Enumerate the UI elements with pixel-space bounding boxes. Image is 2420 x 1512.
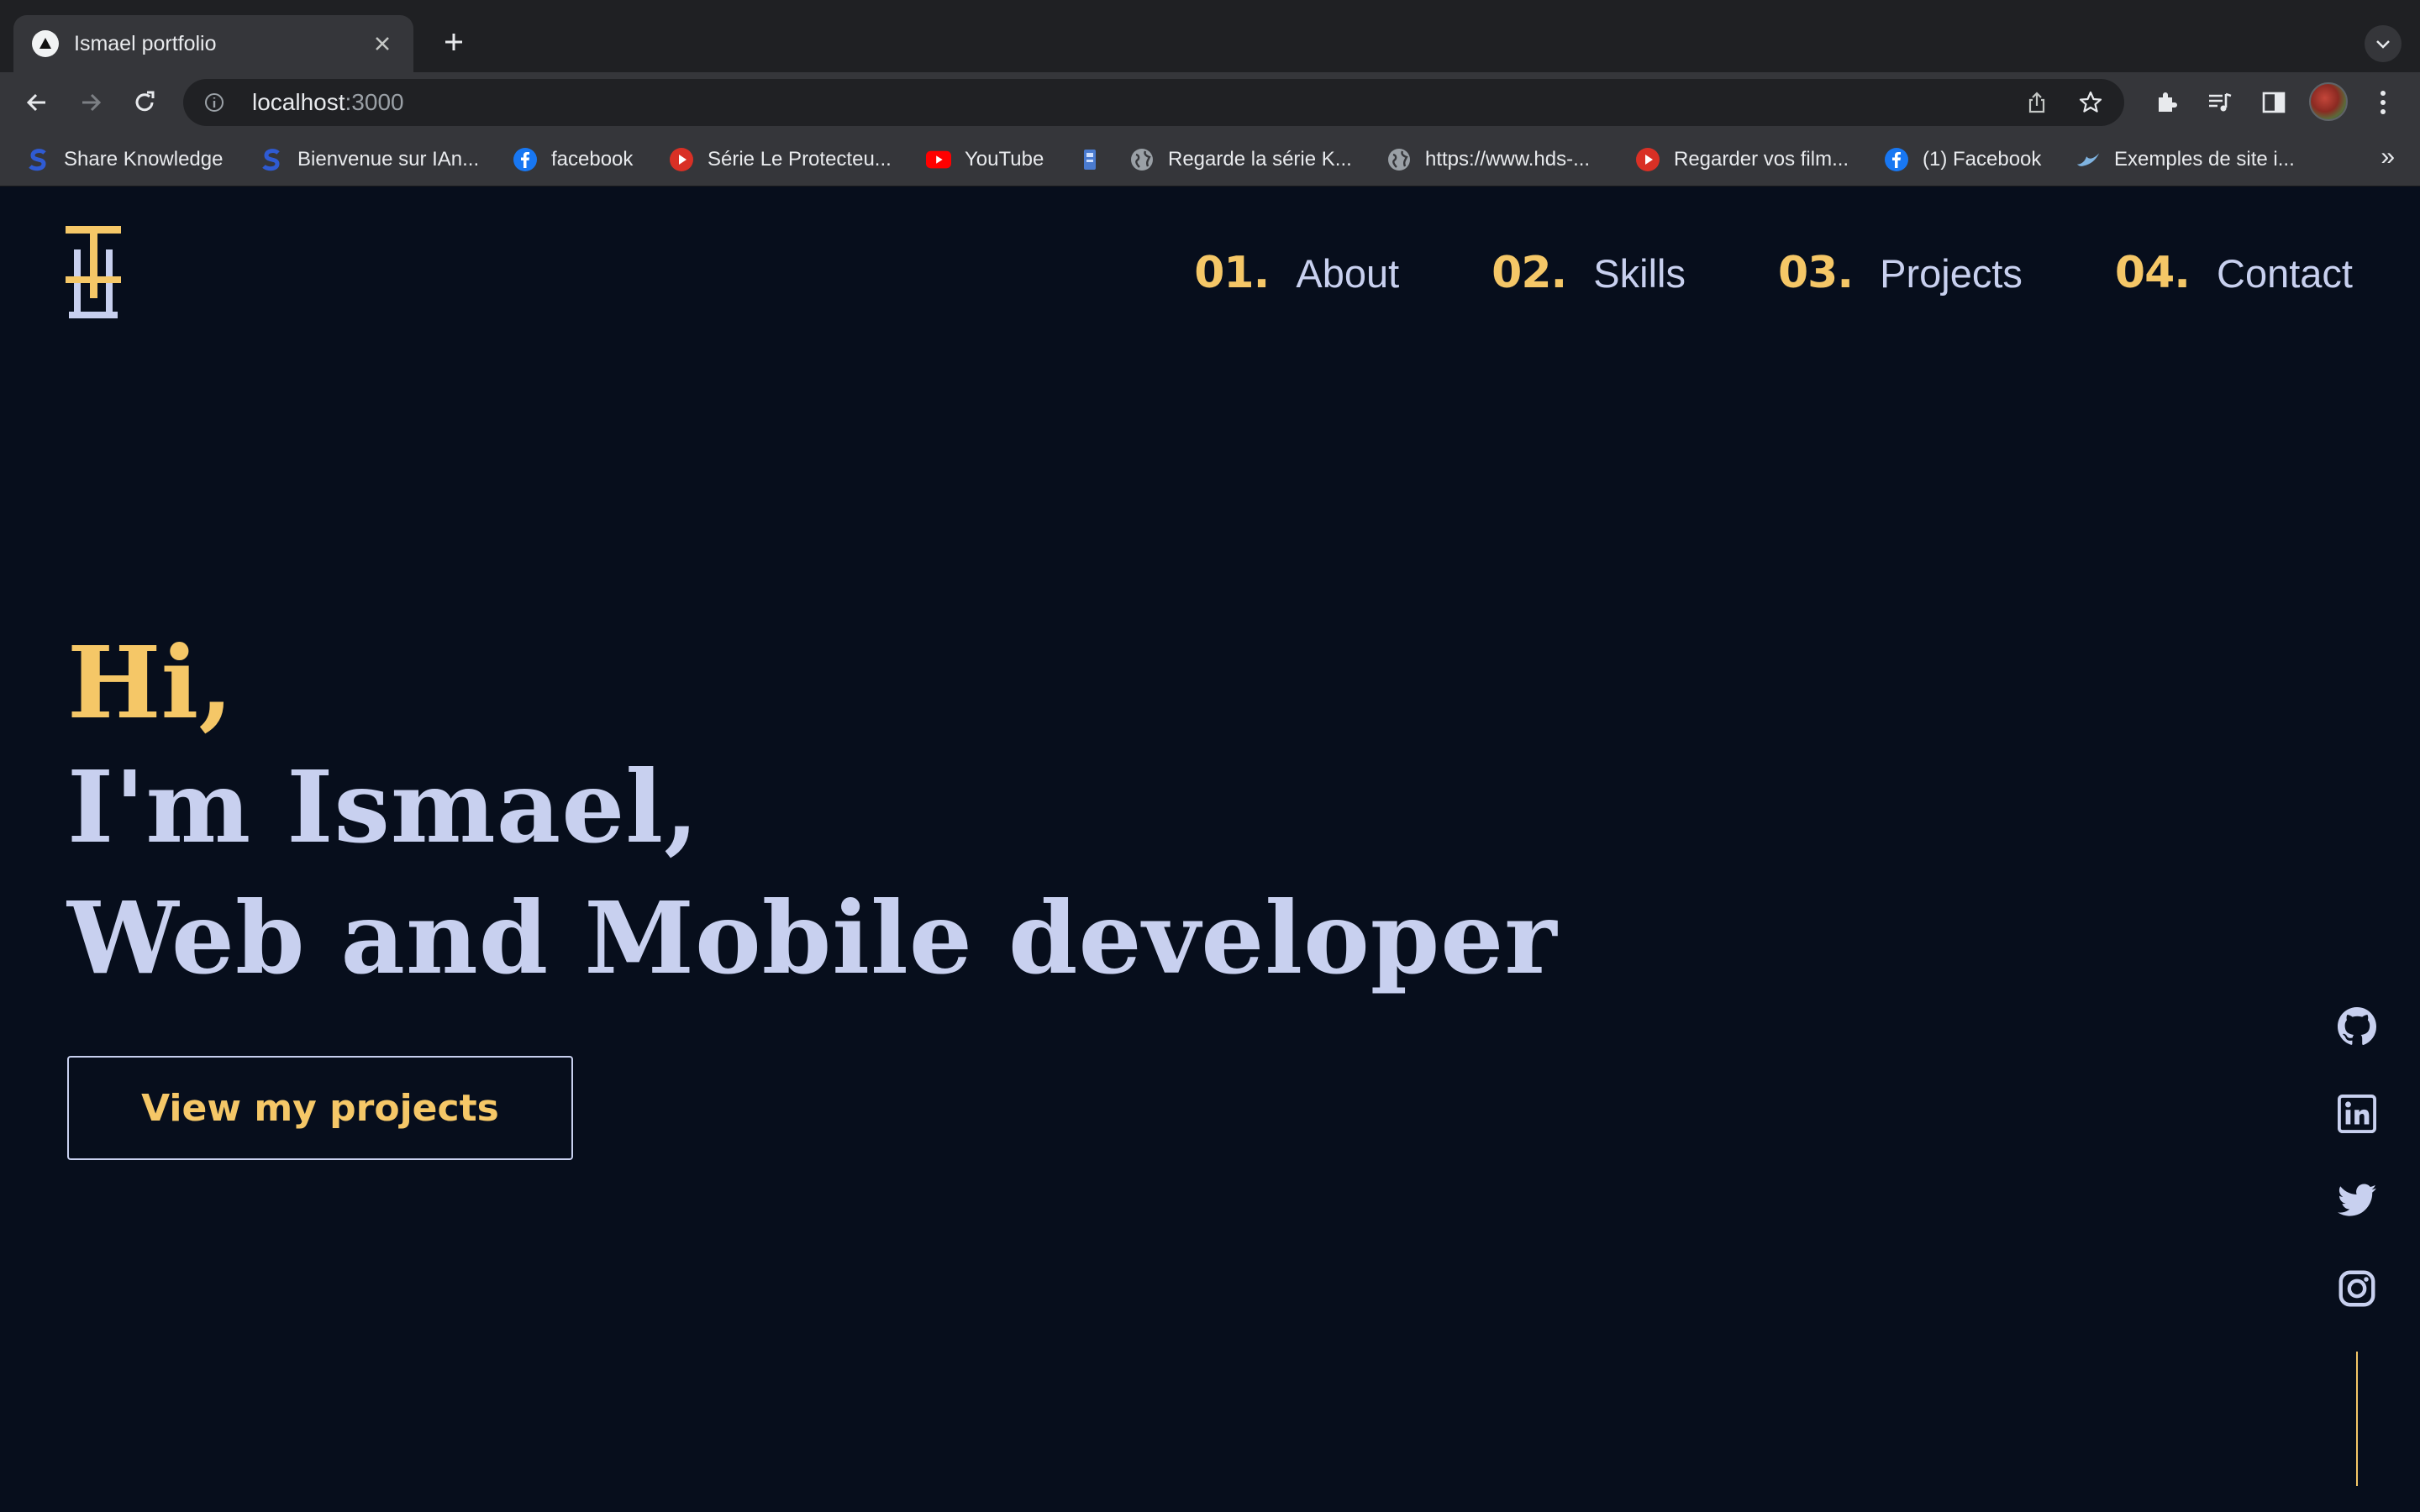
reload-icon[interactable] — [126, 84, 163, 121]
s-logo-icon — [259, 147, 284, 172]
bookmarks-bar: Share Knowledge Bienvenue sur IAn... fac… — [0, 133, 2420, 186]
hero-greeting: Hi, — [67, 624, 234, 741]
nav-item-projects[interactable]: 03. Projects — [1778, 248, 2023, 298]
back-arrow-icon[interactable] — [18, 84, 55, 121]
bookmark-item[interactable]: Bienvenue sur IAn... — [259, 146, 479, 173]
bookmark-item[interactable]: facebook — [513, 146, 633, 173]
main-nav: 01. About 02. Skills 03. Projects 04. Co… — [1194, 248, 2353, 298]
facebook-icon — [1884, 147, 1909, 172]
globe-icon — [1386, 147, 1412, 172]
site-info-icon[interactable] — [202, 90, 227, 115]
bookmark-star-icon[interactable] — [2072, 84, 2109, 121]
bookmark-item[interactable]: (1) Facebook — [1884, 146, 2041, 173]
s-logo-icon — [25, 147, 50, 172]
bookmark-item[interactable]: Exemples de site i... — [2075, 146, 2295, 173]
instagram-icon[interactable] — [2336, 1268, 2378, 1310]
site-logo-icon[interactable] — [66, 226, 121, 320]
url-host: localhost — [252, 89, 345, 115]
nav-number: 02. — [1491, 248, 1567, 298]
github-icon[interactable] — [2336, 1005, 2378, 1047]
view-projects-button[interactable]: View my projects — [67, 1056, 573, 1160]
nav-label: Contact — [2217, 251, 2353, 296]
media-queue-icon[interactable] — [2202, 84, 2238, 121]
browser-tabstrip: Ismael portfolio — [0, 0, 2420, 72]
nextjs-favicon-icon — [32, 30, 59, 57]
bookmark-item[interactable]: Regarder vos film... — [1635, 146, 1849, 173]
side-panel-icon[interactable] — [2255, 84, 2292, 121]
close-icon[interactable] — [370, 31, 395, 56]
forward-arrow-icon[interactable] — [72, 84, 109, 121]
url-port: :3000 — [345, 89, 404, 115]
address-bar[interactable]: localhost:3000 — [183, 79, 2124, 126]
hero-heading: Hi, I'm Ismael, Web and Mobile developer — [67, 624, 1558, 1004]
kebab-menu-icon[interactable] — [2365, 84, 2402, 121]
twitter-icon[interactable] — [2336, 1180, 2378, 1222]
nav-number: 01. — [1194, 248, 1270, 298]
nav-number: 04. — [2114, 248, 2191, 298]
bookmark-item[interactable]: Regarde la série K... — [1129, 146, 1352, 173]
portfolio-page: 01. About 02. Skills 03. Projects 04. Co… — [0, 187, 2420, 1512]
nav-number: 03. — [1777, 248, 1854, 298]
bookmark-item[interactable]: YouTube — [926, 146, 1044, 173]
nav-label: Skills — [1593, 251, 1686, 296]
app-icon — [1077, 147, 1102, 172]
bookmark-item[interactable] — [1077, 146, 1116, 173]
linkedin-icon[interactable] — [2336, 1093, 2378, 1135]
browser-toolbar: localhost:3000 — [0, 72, 2420, 133]
nav-item-skills[interactable]: 02. Skills — [1491, 248, 1686, 298]
bird-icon — [2075, 147, 2101, 172]
bookmarks-overflow-button[interactable]: » — [2381, 143, 2395, 171]
tab-search-chevron-icon[interactable] — [2365, 25, 2402, 62]
bookmark-item[interactable]: Share Knowledge — [25, 146, 223, 173]
nav-item-about[interactable]: 01. About — [1194, 248, 1399, 298]
play-icon — [669, 147, 694, 172]
social-links — [2336, 1005, 2378, 1310]
globe-icon — [1129, 147, 1155, 172]
browser-tab[interactable]: Ismael portfolio — [13, 15, 413, 72]
nav-item-contact[interactable]: 04. Contact — [2115, 248, 2353, 298]
hero-name: I'm Ismael, — [67, 748, 700, 865]
profile-avatar[interactable] — [2309, 82, 2348, 121]
facebook-icon — [513, 147, 538, 172]
bookmark-item[interactable]: Série Le Protecteu... — [669, 146, 892, 173]
social-divider-line — [2356, 1352, 2358, 1486]
share-icon[interactable] — [2018, 84, 2055, 121]
youtube-icon — [926, 147, 951, 172]
bookmark-item[interactable]: https://www.hds-... — [1386, 146, 1590, 173]
play-icon — [1635, 147, 1660, 172]
new-tab-icon[interactable] — [435, 24, 472, 60]
extensions-puzzle-icon[interactable] — [2148, 84, 2185, 121]
hero-role: Web and Mobile developer — [67, 879, 1558, 996]
nav-label: About — [1296, 251, 1400, 296]
nav-label: Projects — [1880, 251, 2023, 296]
tab-title: Ismael portfolio — [74, 31, 217, 55]
